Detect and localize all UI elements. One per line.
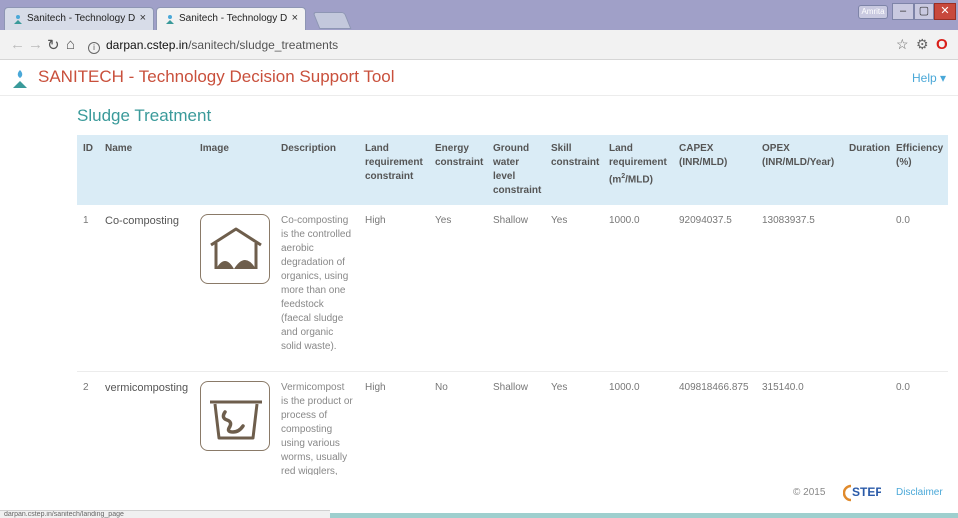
column-header-efficiency: Efficiency (%) <box>890 135 948 205</box>
column-header-skill: Skill constraint <box>545 135 603 205</box>
app-header: SANITECH - Technology Decision Support T… <box>0 60 958 96</box>
column-header-capex: CAPEX (INR/MLD) <box>673 135 756 205</box>
column-header-id: ID <box>77 135 99 205</box>
browser-status-bar: darpan.cstep.in/sanitech/landing_page <box>0 510 330 518</box>
minimize-button[interactable]: – <box>892 3 914 20</box>
cell-name: vermicomposting <box>99 371 194 475</box>
browser-tab-1-title: Sanitech - Technology D <box>27 13 136 24</box>
column-header-opex: OPEX (INR/MLD/Year) <box>756 135 843 205</box>
worm-bin-icon <box>200 380 270 451</box>
cell-energy: No <box>429 371 487 475</box>
cstep-logo-text: STEP <box>852 485 881 499</box>
back-arrow-icon[interactable]: ← <box>10 36 25 53</box>
cell-opex: 315140.0 <box>756 371 843 475</box>
cell-opex: 13083937.5 <box>756 205 843 372</box>
cell-id: 1 <box>77 205 99 372</box>
cell-land-constraint: High <box>359 205 429 372</box>
column-header-duration: Duration <box>843 135 890 205</box>
opera-icon[interactable]: O <box>936 36 948 53</box>
cell-capex: 92094037.5 <box>673 205 756 372</box>
column-header-image: Image <box>194 135 275 205</box>
tab-close-icon[interactable]: × <box>292 12 298 24</box>
table-row[interactable]: 2 vermicomposting Vermicompost is the pr… <box>77 371 948 475</box>
cell-groundwater: Shallow <box>487 371 545 475</box>
page-bottom-strip <box>330 513 958 518</box>
cell-land-requirement: 1000.0 <box>603 205 673 372</box>
cell-capex: 409818466.875 <box>673 371 756 475</box>
extension-icon[interactable]: ⚙ <box>916 36 929 53</box>
cell-image <box>194 205 275 372</box>
maximize-button[interactable]: ▢ <box>914 3 934 20</box>
browser-tab-1[interactable]: Sanitech - Technology D × <box>4 7 154 30</box>
column-header-description: Description <box>275 135 359 205</box>
cell-skill: Yes <box>545 371 603 475</box>
land-req-unit: /MLD) <box>625 174 653 186</box>
cell-groundwater: Shallow <box>487 205 545 372</box>
disclaimer-link[interactable]: Disclaimer <box>896 487 943 498</box>
cell-description: Vermicompost is the product or process o… <box>275 371 359 475</box>
reload-icon[interactable]: ↻ <box>47 36 60 54</box>
cell-duration <box>843 205 890 372</box>
cell-efficiency: 0.0 <box>890 371 948 475</box>
cell-duration <box>843 371 890 475</box>
cell-skill: Yes <box>545 205 603 372</box>
app-title[interactable]: SANITECH - Technology Decision Support T… <box>38 67 395 87</box>
cstep-logo[interactable]: STEP <box>843 480 881 502</box>
cell-name: Co-composting <box>99 205 194 372</box>
cell-energy: Yes <box>429 205 487 372</box>
cell-land-requirement: 1000.0 <box>603 371 673 475</box>
sludge-treatment-table-container: ID Name Image Description Land requireme… <box>77 135 948 475</box>
page-footer: © 2015 STEP Disclaimer <box>0 476 958 510</box>
cell-land-constraint: High <box>359 371 429 475</box>
vermicomposting-image <box>210 400 262 439</box>
home-icon[interactable]: ⌂ <box>66 36 75 53</box>
sanitech-favicon-icon <box>14 15 22 24</box>
column-header-groundwater: Ground water level constraint <box>487 135 545 205</box>
column-header-land-constraint: Land requirement constraint <box>359 135 429 205</box>
cell-id: 2 <box>77 371 99 475</box>
copyright-text: © 2015 <box>793 487 826 498</box>
heap-under-roof-icon <box>200 214 270 284</box>
table-header-row: ID Name Image Description Land requireme… <box>77 135 948 205</box>
cell-image <box>194 371 275 475</box>
browser-tab-2[interactable]: Sanitech - Technology D × <box>156 7 306 30</box>
browser-tab-2-title: Sanitech - Technology D <box>179 13 288 24</box>
url-input[interactable]: i darpan.cstep.in/sanitech/sludge_treatme… <box>88 34 878 56</box>
forward-arrow-icon[interactable]: → <box>28 36 43 53</box>
co-composting-image <box>210 227 262 269</box>
help-menu-button[interactable]: Help ▾ <box>912 71 946 85</box>
new-tab-button[interactable] <box>312 12 352 29</box>
url-path: /sanitech/sludge_treatments <box>188 38 339 52</box>
cell-description: Co-composting is the controlled aerobic … <box>275 205 359 372</box>
cell-efficiency: 0.0 <box>890 205 948 372</box>
sanitech-favicon-icon <box>166 15 174 24</box>
browser-address-bar: ← → ↻ ⌂ i darpan.cstep.in/sanitech/sludge… <box>0 30 958 60</box>
window-close-button[interactable]: ✕ <box>934 3 956 20</box>
page-title: Sludge Treatment <box>77 106 212 125</box>
sludge-treatment-table: ID Name Image Description Land requireme… <box>77 135 948 475</box>
site-info-icon[interactable]: i <box>88 42 100 54</box>
sanitech-logo-icon <box>13 70 27 88</box>
profile-button[interactable]: Amrita <box>858 5 888 19</box>
url-host: darpan.cstep.in <box>106 38 189 52</box>
browser-tab-strip: Sanitech - Technology D × Sanitech - Tec… <box>0 0 958 30</box>
table-row[interactable]: 1 Co-composting Co-composting is the con… <box>77 205 948 372</box>
column-header-name: Name <box>99 135 194 205</box>
tab-close-icon[interactable]: × <box>140 12 146 24</box>
column-header-land-requirement: Land requirement (m2/MLD) <box>603 135 673 205</box>
column-header-energy: Energy constraint <box>429 135 487 205</box>
bookmark-star-icon[interactable]: ☆ <box>896 36 909 53</box>
